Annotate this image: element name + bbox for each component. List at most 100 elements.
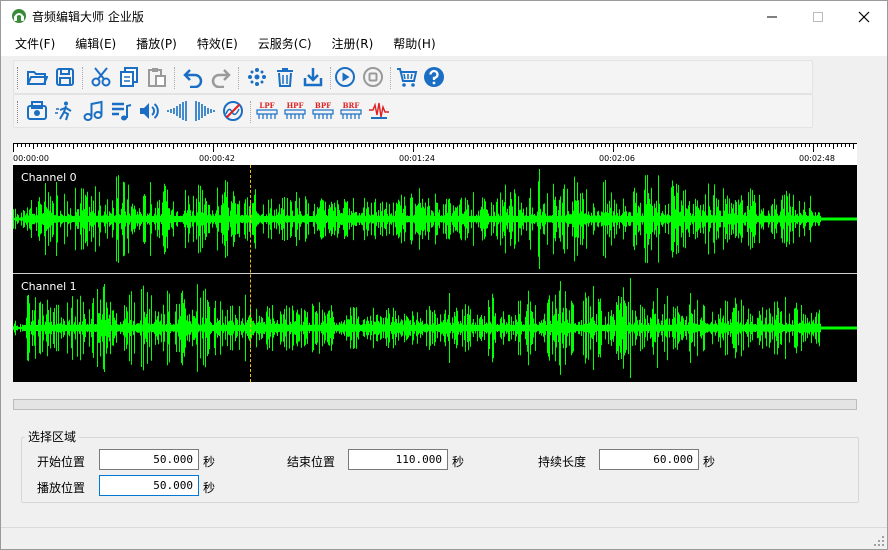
stereo-button[interactable] [24, 98, 50, 124]
close-button[interactable] [841, 1, 887, 32]
walk-button[interactable] [52, 98, 78, 124]
selection-group-title: 选择区域 [25, 428, 80, 445]
ruler-label: 00:00:42 [199, 154, 235, 163]
waveform-icon [369, 102, 389, 119]
menu-register[interactable]: 注册(R) [322, 32, 384, 56]
music-button[interactable] [80, 98, 106, 124]
hpf-button[interactable]: HPF [282, 98, 308, 124]
app-logo-icon [11, 8, 27, 24]
channel-label: Channel 1 [21, 280, 77, 293]
ruler-label: 00:01:24 [399, 154, 435, 163]
maximize-button[interactable] [795, 1, 841, 32]
horizontal-scrollbar[interactable] [13, 399, 857, 410]
start-label: 开始位置 [37, 455, 86, 469]
mute-icon [223, 101, 243, 121]
minimize-button[interactable] [749, 1, 795, 32]
hpf-icon: HPF [284, 101, 306, 119]
play-position-label: 播放位置 [37, 481, 86, 495]
fade-in-icon [167, 101, 187, 121]
svg-text:BPF: BPF [315, 101, 331, 110]
bpf-icon: BPF [312, 101, 334, 119]
brf-icon: BRF [340, 101, 362, 119]
svg-text:HPF: HPF [287, 101, 304, 110]
bpf-button[interactable]: BPF [310, 98, 336, 124]
menu-play[interactable]: 播放(P) [126, 32, 187, 56]
close-icon [858, 11, 870, 22]
play-position-field[interactable]: 50.000 [99, 475, 199, 496]
delete-icon [277, 68, 293, 87]
status-bar [1, 527, 887, 549]
redo-button[interactable] [208, 64, 234, 90]
save-button[interactable] [52, 64, 78, 90]
cut-button[interactable] [88, 64, 114, 90]
playback-cursor[interactable] [250, 165, 251, 382]
paste-icon [148, 68, 166, 87]
lpf-icon: LPF [256, 101, 278, 119]
fade-out-icon [195, 101, 215, 121]
fade-out-button[interactable] [192, 98, 218, 124]
brf-button[interactable]: BRF [338, 98, 364, 124]
paste-button[interactable] [144, 64, 170, 90]
duration-field[interactable]: 60.000 [599, 449, 699, 470]
waveform-view[interactable]: Channel 0 Channel 1 [13, 165, 857, 382]
effects-icon [248, 68, 266, 86]
toolbar-separator [174, 67, 175, 89]
cart-button[interactable] [394, 64, 420, 90]
channel-0-waveform [13, 169, 857, 269]
duration-label: 持续长度 [538, 455, 587, 469]
menu-file[interactable]: 文件(F) [1, 32, 65, 56]
lpf-button[interactable]: LPF [254, 98, 280, 124]
help-button[interactable] [421, 64, 447, 90]
channel-0[interactable]: Channel 0 [13, 165, 857, 273]
ruler-tick-marks [13, 143, 854, 152]
end-label: 结束位置 [287, 455, 336, 469]
redo-icon [211, 69, 231, 88]
ruler-label: 00:02:06 [599, 154, 635, 163]
play-position-unit: 秒 [203, 481, 216, 495]
volume-button[interactable] [136, 98, 162, 124]
volume-icon [140, 103, 159, 119]
stop-button[interactable] [360, 64, 386, 90]
mute-button[interactable] [220, 98, 246, 124]
cut-icon [91, 67, 111, 87]
playlist-icon [112, 102, 132, 121]
download-button[interactable] [300, 64, 326, 90]
menu-edit[interactable]: 编辑(E) [65, 32, 126, 56]
effects-toolbar: LPF HPF BPF BRF [13, 94, 813, 128]
toolbar-grip[interactable] [17, 67, 20, 89]
start-position-field[interactable]: 50.000 [99, 449, 199, 470]
music-note-icon [83, 100, 103, 121]
toolbar-grip[interactable] [17, 101, 20, 123]
play-button[interactable] [332, 64, 358, 90]
resize-grip-icon[interactable] [874, 536, 884, 546]
waveform-button[interactable] [366, 98, 392, 124]
toolbar-separator [390, 67, 391, 89]
window-title: 音频编辑大师 企业版 [32, 10, 144, 24]
menu-effects[interactable]: 特效(E) [187, 32, 248, 56]
download-icon [303, 68, 323, 87]
toolbar-separator [238, 67, 239, 89]
app-window: 音频编辑大师 企业版 文件(F) 编辑(E) 播放(P) 特效(E) 云服务(C… [0, 0, 888, 550]
delete-button[interactable] [272, 64, 298, 90]
copy-icon [120, 67, 138, 87]
channel-1[interactable]: Channel 1 [13, 274, 857, 382]
end-position-field[interactable]: 110.000 [348, 449, 448, 470]
main-toolbar [13, 60, 813, 94]
play-icon [335, 67, 355, 87]
ruler-label: 00:02:48 [799, 154, 835, 163]
menu-cloud[interactable]: 云服务(C) [248, 32, 322, 56]
fade-in-button[interactable] [164, 98, 190, 124]
effects-button[interactable] [244, 64, 270, 90]
cart-icon [397, 68, 418, 87]
toolbar-separator [330, 67, 331, 89]
copy-button[interactable] [116, 64, 142, 90]
title-bar: 音频编辑大师 企业版 [1, 1, 887, 32]
open-button[interactable] [24, 64, 50, 90]
time-ruler[interactable]: 00:00:00 00:00:42 00:01:24 00:02:06 00:0… [13, 143, 857, 165]
playlist-button[interactable] [108, 98, 134, 124]
duration-unit: 秒 [703, 455, 716, 469]
menu-help[interactable]: 帮助(H) [383, 32, 445, 56]
undo-button[interactable] [180, 64, 206, 90]
svg-text:BRF: BRF [343, 101, 360, 110]
ruler-label: 00:00:00 [13, 154, 49, 163]
